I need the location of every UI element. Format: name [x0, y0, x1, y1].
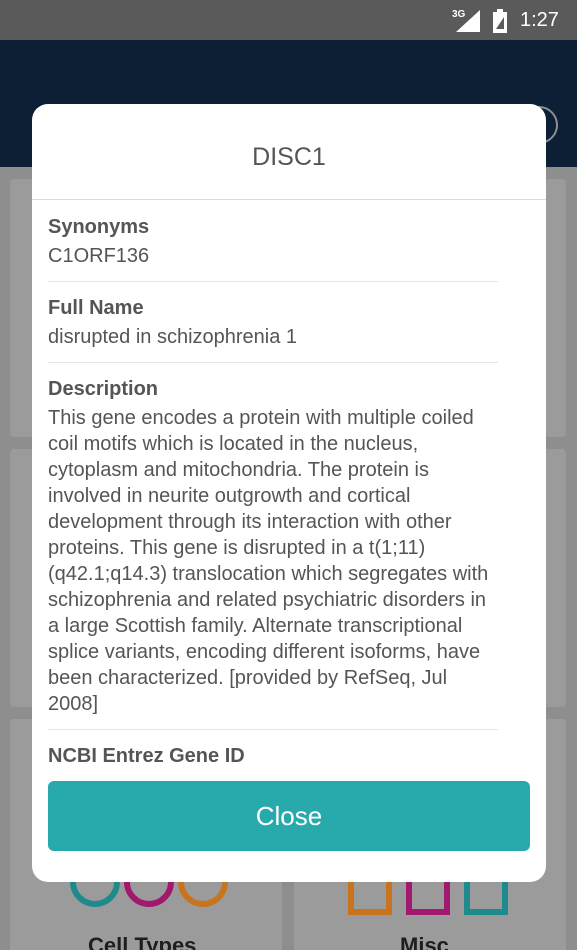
section-label: Description	[48, 378, 159, 400]
section-value: disrupted in schizophrenia 1	[48, 326, 298, 348]
section-label: Synonyms	[48, 216, 150, 238]
status-bar: 3G 1:27	[0, 0, 577, 40]
clock: 1:27	[520, 9, 559, 31]
dialog-body[interactable]: Synonyms C1ORF136 Full Name disrupted in…	[48, 201, 498, 861]
close-button[interactable]: Close	[48, 781, 530, 851]
dialog-title: DISC1	[32, 104, 546, 200]
gene-detail-dialog: DISC1 Synonyms C1ORF136 Full Name disrup…	[32, 104, 546, 882]
signal-icon	[456, 10, 480, 32]
section-value: C1ORF136	[48, 245, 150, 267]
section-label: NCBI Entrez Gene ID	[48, 745, 245, 767]
battery-icon	[493, 9, 507, 33]
section-value: This gene encodes a protein with multipl…	[48, 407, 489, 715]
section-label: Full Name	[48, 297, 144, 319]
synonyms-section: Synonyms C1ORF136	[48, 201, 498, 282]
entrez-id-section: NCBI Entrez Gene ID	[48, 730, 498, 785]
full-name-section: Full Name disrupted in schizophrenia 1	[48, 282, 498, 363]
description-section: Description This gene encodes a protein …	[48, 363, 498, 730]
